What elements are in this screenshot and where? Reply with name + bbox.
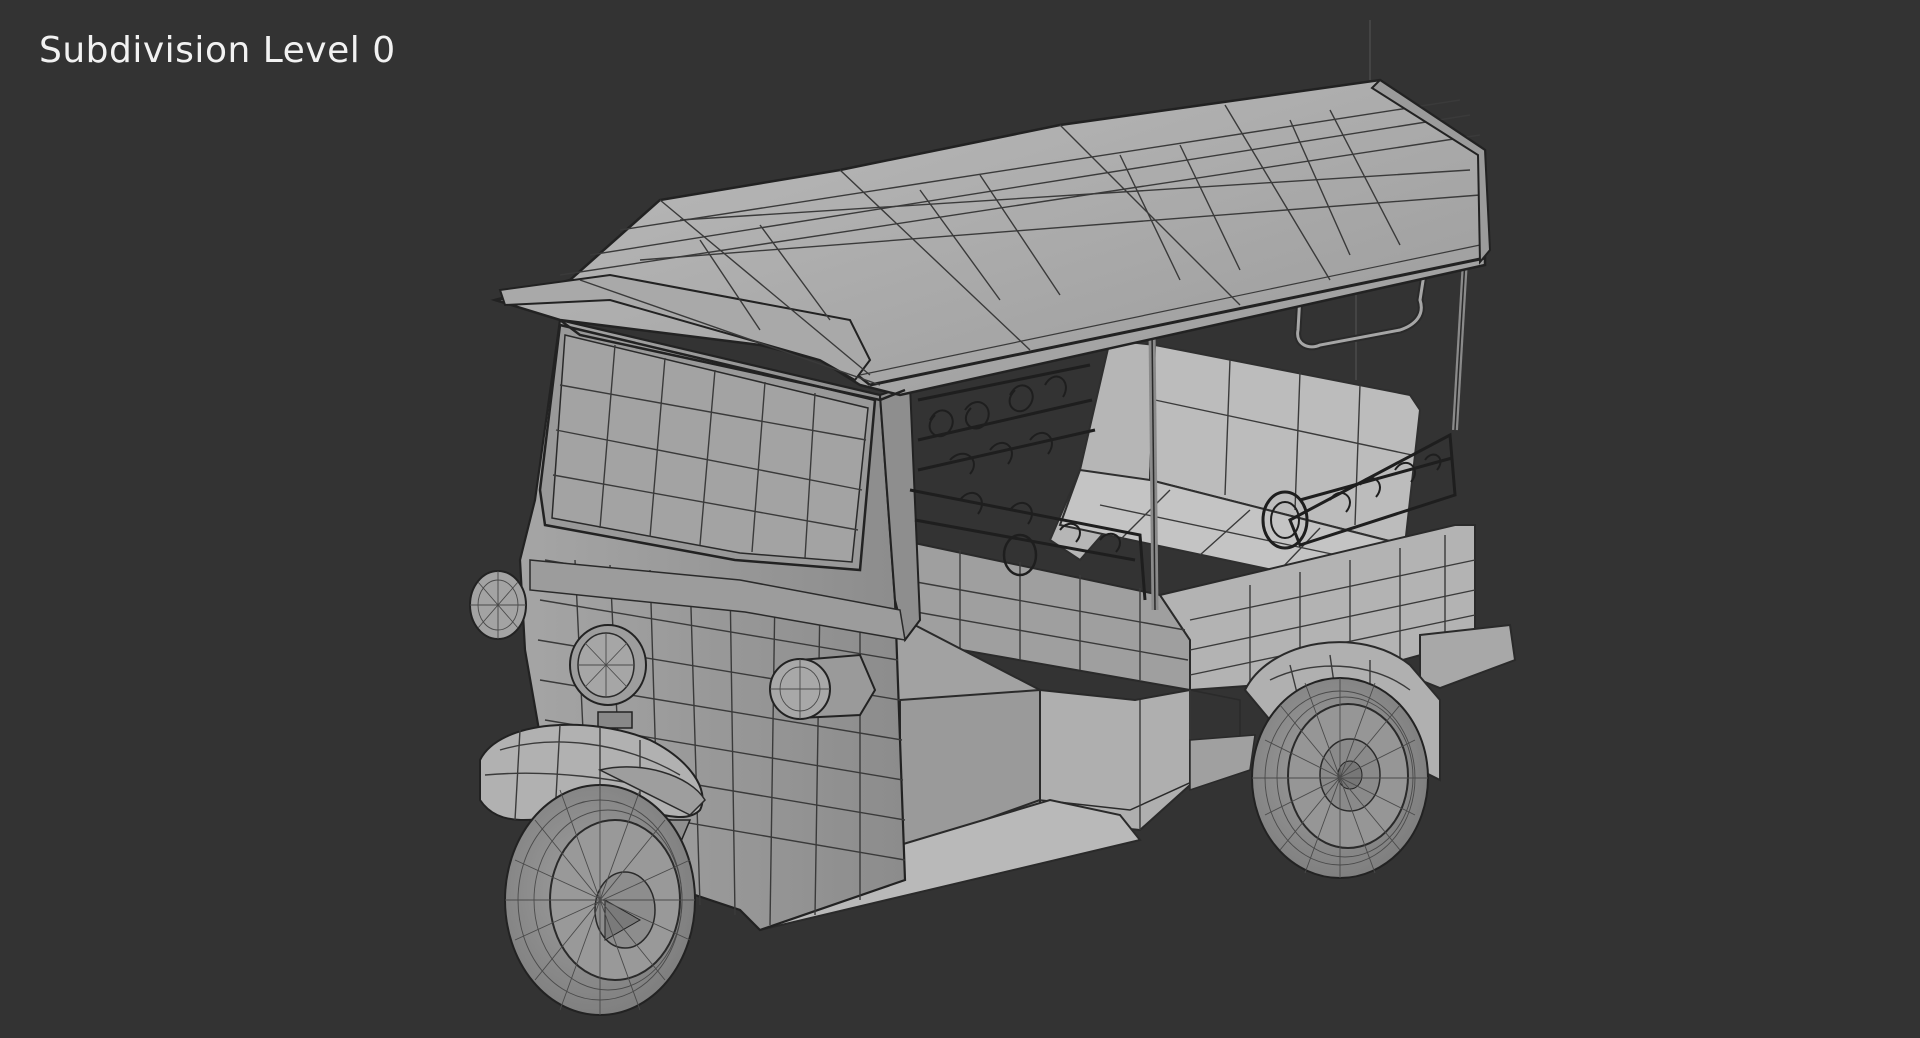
front-wheel [504, 784, 696, 1016]
tuk-tuk-wireframe-model [469, 20, 1517, 1016]
3d-viewport[interactable]: Subdivision Level 0 [0, 0, 1920, 1038]
rear-wheel [1251, 677, 1429, 879]
rear-bench-seat [1048, 338, 1422, 582]
